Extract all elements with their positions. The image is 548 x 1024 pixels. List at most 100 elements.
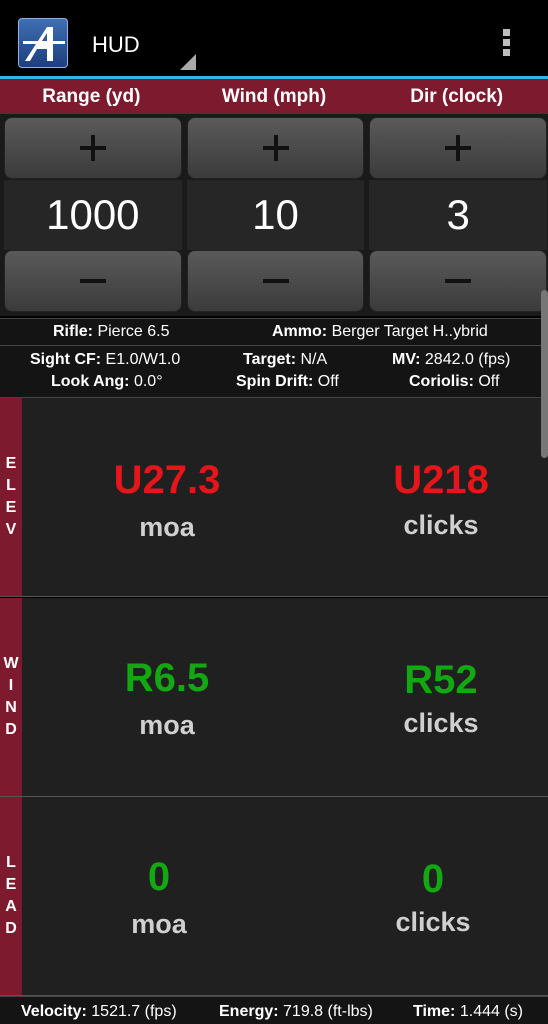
input-header: Range (yd) Wind (mph) Dir (clock) xyxy=(0,79,548,114)
wind-control: 10 xyxy=(184,114,365,316)
side-letter: L xyxy=(6,477,16,494)
dir-control: 3 xyxy=(366,114,548,316)
ammo-label: Ammo: xyxy=(272,323,328,340)
profile-info: Rifle: Pierce 6.5 Ammo: Berger Target H.… xyxy=(0,318,548,346)
spin-drift-info: Spin Drift: Off xyxy=(236,373,339,391)
lead-side-label: L E A D xyxy=(0,797,22,995)
windage-side-label: W I N D xyxy=(0,598,22,796)
dir-decrement-button[interactable] xyxy=(369,250,548,312)
app-bar: HUD xyxy=(0,8,548,76)
elevation-moa-value: U27.3 xyxy=(113,458,221,502)
lead-section: L E A D 0 moa 0 clicks xyxy=(0,797,548,996)
plus-icon xyxy=(262,135,289,161)
ammo-value: Berger Target H..ybrid xyxy=(331,323,488,340)
elevation-side-label: E L E V xyxy=(0,398,22,596)
mv-value: 2842.0 (fps) xyxy=(424,351,511,368)
side-letter: E xyxy=(5,455,17,472)
wind-increment-button[interactable] xyxy=(186,117,365,179)
app-logo-icon xyxy=(18,18,68,68)
coriolis-label: Coriolis: xyxy=(409,373,474,390)
sight-value: E1.0/W1.0 xyxy=(105,351,181,368)
windage-clicks-unit: clicks xyxy=(403,708,479,738)
range-value[interactable]: 1000 xyxy=(4,180,182,250)
look-angle-label: Look Ang: xyxy=(51,373,130,390)
time-value: 1.444 (s) xyxy=(459,1003,523,1020)
mv-info: MV: 2842.0 (fps) xyxy=(392,351,510,369)
plus-icon xyxy=(445,135,472,161)
side-letter: L xyxy=(6,854,16,871)
look-angle-info: Look Ang: 0.0° xyxy=(51,373,163,391)
elevation-clicks-cell: U218 clicks xyxy=(336,398,546,596)
windage-section: W I N D R6.5 moa R52 clicks xyxy=(0,598,548,797)
trajectory-footer: Velocity: 1521.7 (fps) Energy: 719.8 (ft… xyxy=(0,996,548,1024)
elevation-clicks-unit: clicks xyxy=(403,510,479,540)
overflow-menu-icon[interactable] xyxy=(494,26,518,60)
sight-info: Sight CF: E1.0/W1.0 xyxy=(30,351,180,369)
lead-moa-value: 0 xyxy=(147,855,171,899)
side-letter: D xyxy=(5,721,17,738)
lead-moa-unit: moa xyxy=(131,909,187,939)
dir-value[interactable]: 3 xyxy=(369,180,548,250)
range-decrement-button[interactable] xyxy=(4,250,182,312)
side-letter: E xyxy=(5,499,17,516)
velocity-label: Velocity: xyxy=(21,1003,87,1020)
elevation-section: E L E V U27.3 moa U218 clicks xyxy=(0,398,548,597)
dir-increment-button[interactable] xyxy=(369,117,548,179)
wind-header: Wind (mph) xyxy=(221,86,327,107)
wind-decrement-button[interactable] xyxy=(186,250,365,312)
time-label: Time: xyxy=(413,1003,456,1020)
page-spinner[interactable]: HUD xyxy=(90,8,200,76)
range-header: Range (yd) xyxy=(42,86,141,107)
minus-icon xyxy=(445,279,472,283)
elevation-moa-unit: moa xyxy=(139,512,195,542)
settings-info: Sight CF: E1.0/W1.0 Target: N/A MV: 2842… xyxy=(0,346,548,398)
target-label: Target: xyxy=(243,351,297,368)
windage-clicks-cell: R52 clicks xyxy=(336,598,546,796)
time-info: Time: 1.444 (s) xyxy=(413,1003,523,1021)
side-letter: A xyxy=(5,898,17,915)
minus-icon xyxy=(262,279,289,283)
rifle-label: Rifle: xyxy=(53,323,93,340)
side-letter: E xyxy=(5,876,17,893)
lead-clicks-cell: 0 clicks xyxy=(328,797,538,995)
energy-label: Energy: xyxy=(219,1003,279,1020)
side-letter: W xyxy=(3,655,19,672)
side-letter: I xyxy=(8,677,14,694)
coriolis-value: Off xyxy=(478,373,500,390)
spin-drift-value: Off xyxy=(317,373,339,390)
side-letter: V xyxy=(5,521,17,538)
status-bar xyxy=(0,0,548,8)
page-title: HUD xyxy=(92,32,140,57)
dir-header: Dir (clock) xyxy=(410,86,504,107)
scrollbar[interactable] xyxy=(541,290,548,458)
windage-moa-value: R6.5 xyxy=(124,656,210,700)
plus-icon xyxy=(79,135,106,161)
lead-clicks-unit: clicks xyxy=(395,907,471,937)
spinner-arrow-icon xyxy=(180,54,196,70)
side-letter: N xyxy=(5,699,17,716)
range-increment-button[interactable] xyxy=(4,117,182,179)
spin-drift-label: Spin Drift: xyxy=(236,373,314,390)
rifle-info[interactable]: Rifle: Pierce 6.5 xyxy=(53,323,170,341)
windage-moa-cell: R6.5 moa xyxy=(62,598,272,796)
coriolis-info: Coriolis: Off xyxy=(409,373,499,391)
rifle-value: Pierce 6.5 xyxy=(97,323,170,340)
minus-icon xyxy=(79,279,106,283)
target-value: N/A xyxy=(300,351,328,368)
target-info: Target: N/A xyxy=(243,351,327,369)
elevation-moa-cell: U27.3 moa xyxy=(62,398,272,596)
sight-label: Sight CF: xyxy=(30,351,102,368)
wind-value[interactable]: 10 xyxy=(186,180,365,250)
look-angle-value: 0.0° xyxy=(133,373,163,390)
energy-info: Energy: 719.8 (ft-lbs) xyxy=(219,1003,373,1021)
elevation-clicks-value: U218 xyxy=(393,458,489,502)
lead-clicks-value: 0 xyxy=(421,857,445,901)
windage-clicks-value: R52 xyxy=(404,658,478,702)
range-control: 1000 xyxy=(1,114,182,316)
energy-value: 719.8 (ft-lbs) xyxy=(283,1003,373,1020)
ammo-info[interactable]: Ammo: Berger Target H..ybrid xyxy=(272,323,488,341)
velocity-value: 1521.7 (fps) xyxy=(91,1003,177,1020)
windage-moa-unit: moa xyxy=(139,710,195,740)
side-letter: D xyxy=(5,920,17,937)
velocity-info: Velocity: 1521.7 (fps) xyxy=(21,1003,177,1021)
